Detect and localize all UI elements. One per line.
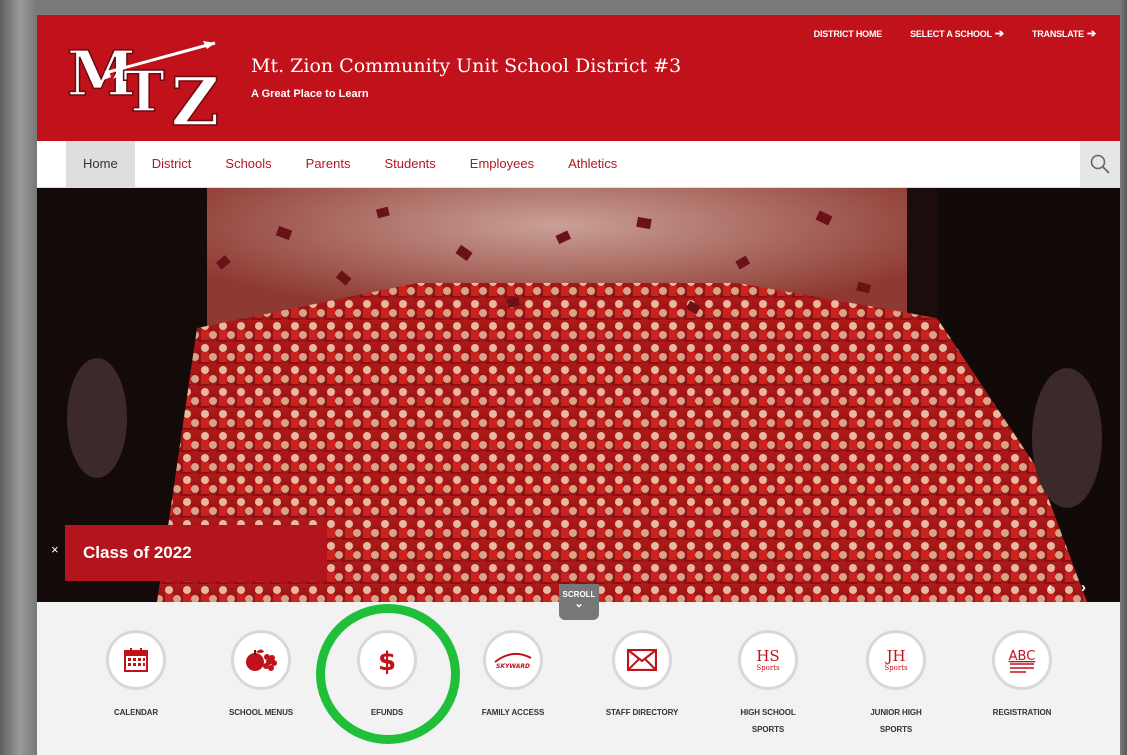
quick-link-label: HIGH SCHOOL SPORTS <box>740 708 796 734</box>
annotation-highlight-circle <box>316 604 460 744</box>
translate-link[interactable]: TRANSLATE ➔ <box>1032 27 1096 40</box>
mtz-logo-icon: M T Z <box>66 36 220 129</box>
district-name[interactable]: Mt. Zion Community Unit School District … <box>251 55 681 77</box>
quick-link-registration[interactable]: ABC REGISTRATION <box>962 630 1082 721</box>
district-logo[interactable]: M T Z <box>65 33 235 129</box>
close-caption-icon[interactable]: × <box>51 542 59 557</box>
nav-parents[interactable]: Parents <box>289 141 368 187</box>
svg-text:JH: JH <box>884 647 905 665</box>
quick-link-junior-high-sports[interactable]: JH Sports JUNIOR HIGH SPORTS <box>836 630 956 738</box>
quick-link-school-menus[interactable]: SCHOOL MENUS <box>201 630 321 721</box>
nav-employees[interactable]: Employees <box>453 141 551 187</box>
website: M T Z Mt. Zion Community Unit School Dis… <box>37 15 1120 755</box>
svg-text:T: T <box>123 59 165 125</box>
quick-link-label: SCHOOL MENUS <box>229 708 293 717</box>
search-button[interactable] <box>1080 141 1120 187</box>
svg-text:Z: Z <box>171 63 219 129</box>
quick-link-calendar[interactable]: CALENDAR <box>76 630 196 721</box>
quick-link-label: JUNIOR HIGH SPORTS <box>870 708 922 734</box>
previous-slide-button[interactable]: ‹ <box>1047 579 1052 596</box>
search-icon <box>1090 154 1110 174</box>
site-header: M T Z Mt. Zion Community Unit School Dis… <box>37 15 1120 141</box>
envelope-icon <box>627 649 657 671</box>
slide-caption[interactable]: Class of 2022 <box>65 525 327 581</box>
svg-text:HS: HS <box>756 647 779 665</box>
utility-links: DISTRICT HOME SELECT A SCHOOL ➔ TRANSLAT… <box>814 27 1097 40</box>
quick-link-label: FAMILY ACCESS <box>481 708 545 717</box>
quick-link-label: CALENDAR <box>113 708 159 717</box>
main-nav: Home District Schools Parents Students E… <box>37 141 1120 188</box>
quick-link-label: STAFF DIRECTORY <box>605 708 679 717</box>
select-a-school-link[interactable]: SELECT A SCHOOL ➔ <box>910 27 1004 40</box>
svg-text:ABC: ABC <box>1009 649 1036 664</box>
quick-link-high-school-sports[interactable]: HS Sports HIGH SCHOOL SPORTS <box>708 630 828 738</box>
arrow-right-icon: ➔ <box>994 28 1004 40</box>
nav-home[interactable]: Home <box>66 141 135 187</box>
nav-students[interactable]: Students <box>367 141 452 187</box>
chevron-down-icon: ⌄ <box>574 598 584 610</box>
quick-link-label: REGISTRATION <box>992 708 1052 717</box>
district-home-link[interactable]: DISTRICT HOME <box>814 27 883 40</box>
svg-text:SKYWARD: SKYWARD <box>496 663 530 670</box>
quick-links-bar: CALENDAR SCHOOL MENUS $ EFUNDS SKYWARD F… <box>37 602 1120 755</box>
fruit-icon <box>246 649 277 671</box>
quick-link-staff-directory[interactable]: STAFF DIRECTORY <box>582 630 702 721</box>
nav-district[interactable]: District <box>135 141 209 187</box>
arrow-right-icon: ➔ <box>1086 28 1096 40</box>
svg-text:Sports: Sports <box>884 664 908 672</box>
skyward-icon: SKYWARD <box>494 652 532 670</box>
calendar-icon <box>124 648 148 672</box>
svg-text:Sports: Sports <box>756 664 780 672</box>
tagline: A Great Place to Learn <box>251 88 369 100</box>
scroll-down-button[interactable]: SCROLL ⌄ <box>559 584 599 620</box>
next-slide-button[interactable]: › <box>1081 579 1086 596</box>
jh-sports-icon: JH Sports <box>884 647 908 672</box>
nav-athletics[interactable]: Athletics <box>551 141 634 187</box>
abc-icon: ABC <box>1009 649 1036 673</box>
hero-slideshow: Class of 2022 × ‹ › <box>37 188 1120 602</box>
hs-sports-icon: HS Sports <box>756 647 780 672</box>
quick-link-family-access[interactable]: SKYWARD FAMILY ACCESS <box>453 630 573 721</box>
nav-schools[interactable]: Schools <box>208 141 288 187</box>
